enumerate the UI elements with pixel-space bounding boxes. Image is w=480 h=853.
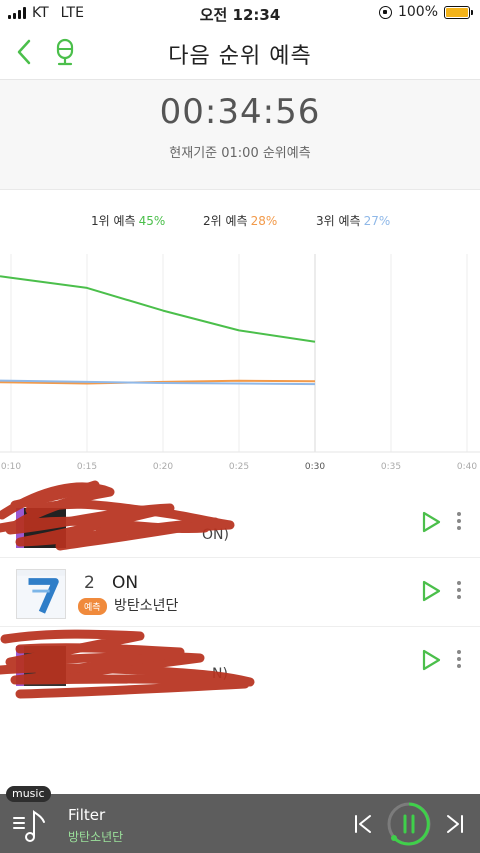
x-tick-label: 0:10 — [1, 462, 21, 472]
x-tick-label: 0:40 — [457, 462, 477, 472]
countdown-subtitle: 현재기준 01:00 순위예측 — [169, 146, 311, 161]
more-options-icon[interactable] — [454, 648, 464, 672]
status-right: 100% — [378, 4, 473, 20]
album-art — [16, 638, 66, 688]
more-options-icon[interactable] — [454, 510, 464, 534]
music-tag: music — [6, 786, 51, 802]
x-tick-label: 0:35 — [381, 462, 401, 472]
header: 다음 순위 예측 — [0, 26, 480, 80]
x-tick-label: 0:25 — [229, 462, 249, 472]
battery-icon — [444, 5, 473, 19]
player-artist: 방탄소년단 — [68, 830, 124, 844]
legend-third-pct: 27% — [363, 214, 391, 228]
legend-second-pct: 28% — [250, 214, 278, 228]
series-line — [0, 275, 316, 343]
song-title: ON — [112, 573, 139, 593]
x-tick-label: 0:15 — [77, 462, 97, 472]
playlist-note-icon[interactable] — [12, 808, 48, 844]
legend-first-pct: 45% — [138, 214, 166, 228]
album-art — [16, 500, 66, 550]
legend-first: 1위 예측 45% — [91, 212, 165, 229]
pause-button[interactable] — [386, 801, 432, 847]
song-rank: 2 — [84, 573, 95, 593]
battery-percent: 100% — [397, 4, 438, 20]
legend-second-label: 2위 예측 — [203, 214, 248, 228]
legend-first-label: 1위 예측 — [91, 214, 136, 228]
rotation-lock-icon — [378, 5, 392, 19]
next-track-icon[interactable] — [444, 812, 466, 836]
more-options-icon[interactable] — [454, 579, 464, 603]
song-artist: 방탄소년단 — [114, 598, 179, 614]
legend-third-label: 3위 예측 — [316, 214, 361, 228]
album-art — [16, 569, 66, 619]
app-screen: KT LTE 오전 12:34 100% 다음 순위 예측 00:34:56 현… — [0, 0, 480, 853]
song-subtitle-partial: N) — [212, 666, 228, 682]
legend-third: 3위 예측 27% — [316, 212, 390, 229]
status-bar: KT LTE 오전 12:34 100% — [0, 0, 480, 26]
song-row-2[interactable]: 2 ON 예측 방탄소년단 — [0, 559, 480, 627]
prediction-chart: 0:10 0:15 0:20 0:25 0:30 0:35 0:40 — [0, 254, 480, 472]
prediction-badge: 예측 — [78, 598, 107, 615]
song-subtitle-partial: ON) — [202, 527, 229, 543]
player-title: Filter — [68, 806, 106, 824]
song-row-1[interactable]: ON) — [0, 490, 480, 558]
x-tick-label: 0:20 — [153, 462, 173, 472]
play-icon[interactable] — [420, 649, 442, 671]
previous-track-icon[interactable] — [352, 812, 374, 836]
play-icon[interactable] — [420, 580, 442, 602]
play-icon[interactable] — [420, 511, 442, 533]
page-title: 다음 순위 예측 — [168, 44, 312, 69]
countdown-panel: 00:34:56 현재기준 01:00 순위예측 — [0, 80, 480, 190]
song-row-3[interactable]: N) — [0, 628, 480, 696]
countdown-timer: 00:34:56 — [159, 92, 321, 132]
x-tick-label: 0:30 — [305, 462, 325, 472]
legend-second: 2위 예측 28% — [203, 212, 277, 229]
